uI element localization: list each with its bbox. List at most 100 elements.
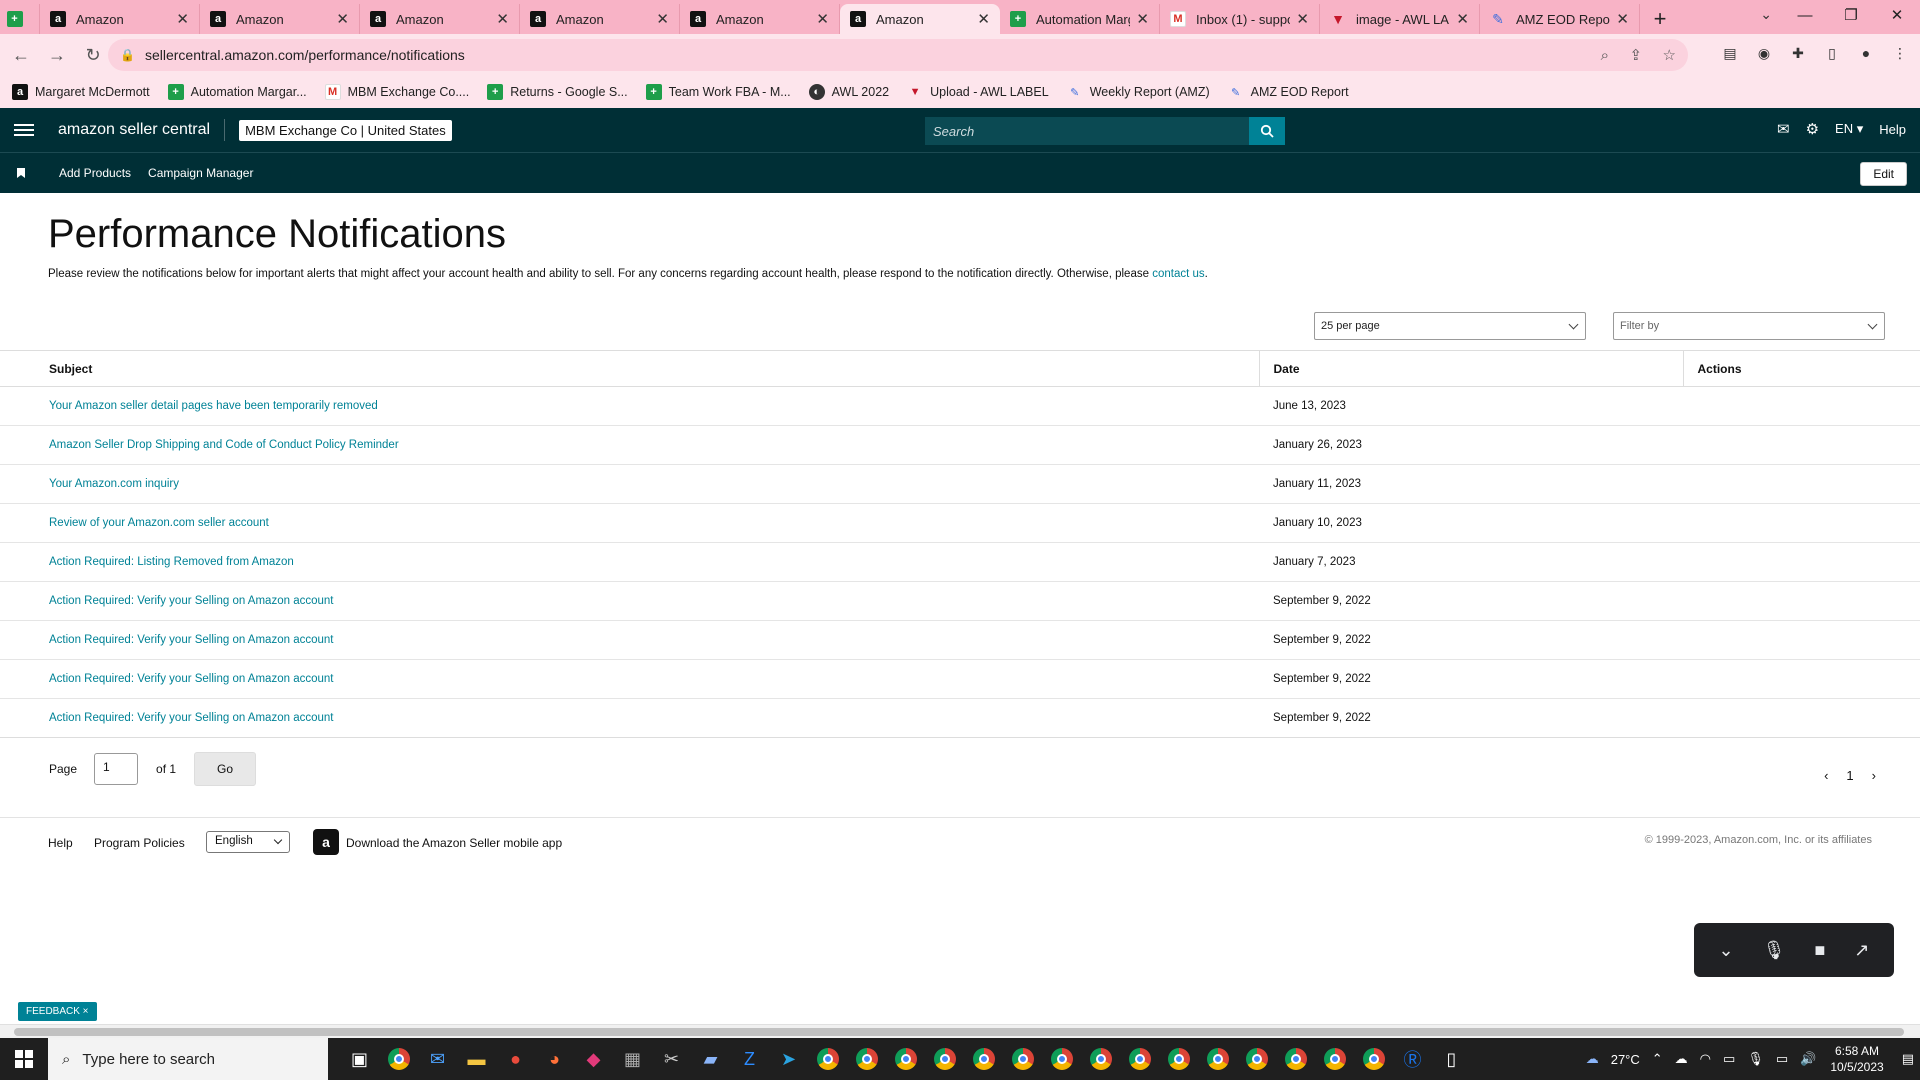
chrome-icon[interactable] (886, 1038, 925, 1080)
close-icon[interactable]: ✕ (176, 10, 189, 28)
restore-icon[interactable]: ❐ (1828, 0, 1874, 30)
chrome-icon[interactable] (379, 1038, 418, 1080)
lock-icon[interactable]: 🔒 (120, 48, 135, 62)
per-page-select[interactable]: 25 per page (1314, 312, 1586, 340)
chrome-icon[interactable] (1120, 1038, 1159, 1080)
profile-avatar[interactable]: ● (1856, 42, 1876, 64)
calculator-icon[interactable]: ▦ (613, 1038, 652, 1080)
microphone-icon[interactable]: 🎙 (1747, 1051, 1764, 1067)
chrome-icon[interactable] (925, 1038, 964, 1080)
bookmark-item[interactable]: + Returns - Google S... (487, 84, 628, 100)
chevron-left-icon[interactable]: ‹ (1824, 768, 1828, 783)
extension-orb-icon[interactable]: ◉ (1754, 42, 1774, 64)
close-icon[interactable]: ✕ (816, 10, 829, 28)
mail-app-icon[interactable]: ✉ (418, 1038, 457, 1080)
bookmark-item[interactable]: ◐ AWL 2022 (808, 84, 889, 100)
download-app-link[interactable]: Download the Amazon Seller mobile app (346, 836, 562, 850)
reload-icon[interactable]: ↻ (78, 40, 108, 70)
back-arrow-icon[interactable]: ← (6, 40, 36, 70)
search-button[interactable] (1249, 117, 1285, 145)
footer-program-policies-link[interactable]: Program Policies (94, 836, 185, 850)
column-header-date[interactable]: Date (1258, 350, 1683, 387)
column-header-subject[interactable]: Subject (0, 350, 1259, 387)
edit-button[interactable]: Edit (1860, 162, 1907, 186)
notification-subject-link[interactable]: Action Required: Listing Removed from Am… (49, 556, 294, 568)
camera-icon[interactable]: ■ (1814, 940, 1825, 961)
document-icon[interactable]: ▯ (1432, 1038, 1471, 1080)
notification-subject-link[interactable]: Your Amazon seller detail pages have bee… (49, 400, 378, 412)
hamburger-menu-icon[interactable] (14, 124, 34, 136)
chevron-down-icon[interactable]: ⌄ (1719, 940, 1734, 961)
browser-tab[interactable]: a Amazon ✕ (680, 4, 840, 34)
contact-us-link[interactable]: contact us (1152, 268, 1204, 280)
close-icon[interactable]: ✕ (1456, 10, 1469, 28)
seller-central-logo[interactable]: amazon seller central (58, 121, 210, 139)
file-explorer-icon[interactable]: ▬ (457, 1038, 496, 1080)
chrome-icon[interactable] (1198, 1038, 1237, 1080)
temperature[interactable]: 27°C (1611, 1052, 1640, 1067)
wifi-icon[interactable]: ◠ (1700, 1051, 1711, 1067)
r-app-icon[interactable]: Ⓡ (1393, 1038, 1432, 1080)
wps-icon[interactable]: ◆ (574, 1038, 613, 1080)
mic-muted-icon[interactable]: 🎙 (1763, 940, 1786, 961)
close-icon[interactable]: ✕ (1296, 10, 1309, 28)
search-input[interactable]: Search (925, 117, 1249, 145)
chevron-right-icon[interactable]: › (1872, 768, 1876, 783)
notification-subject-link[interactable]: Amazon Seller Drop Shipping and Code of … (49, 439, 399, 451)
bookmark-item[interactable]: ✎ AMZ EOD Report (1228, 84, 1349, 100)
feedback-button[interactable]: FEEDBACK × (18, 1002, 97, 1021)
notification-subject-link[interactable]: Action Required: Verify your Selling on … (49, 712, 333, 724)
bookmark-item[interactable]: ▼ Upload - AWL LABEL (907, 84, 1049, 100)
chrome-icon[interactable] (1315, 1038, 1354, 1080)
chrome-icon[interactable] (847, 1038, 886, 1080)
star-icon[interactable]: ☆ (1663, 47, 1676, 64)
browser-tab[interactable]: + Automation Marg ✕ (1000, 4, 1160, 34)
page-number-input[interactable]: 1 (94, 753, 139, 785)
chrome-icon[interactable] (1081, 1038, 1120, 1080)
browser-tab[interactable]: ▼ image - AWL LAB ✕ (1320, 4, 1480, 34)
meet-icon[interactable]: ▭ (1723, 1051, 1735, 1067)
bookmark-icon[interactable] (17, 168, 25, 178)
telegram-icon[interactable]: ➤ (769, 1038, 808, 1080)
chrome-icon[interactable] (964, 1038, 1003, 1080)
mail-icon[interactable]: ✉ (1777, 120, 1790, 138)
battery-icon[interactable]: ▭ (1776, 1051, 1788, 1067)
side-panel-icon[interactable]: ▯ (1822, 42, 1842, 64)
close-icon[interactable]: ✕ (496, 10, 509, 28)
go-button[interactable]: Go (194, 752, 257, 786)
chrome-icon[interactable] (1003, 1038, 1042, 1080)
task-view-icon[interactable]: ▣ (340, 1038, 379, 1080)
bookmark-item[interactable]: a Margaret McDermott (12, 84, 150, 100)
notifications-icon[interactable]: ▤ (1902, 1051, 1914, 1067)
bookmark-item[interactable]: + Team Work FBA - M... (645, 84, 791, 100)
extension-off-icon[interactable]: ▤ (1720, 42, 1740, 64)
account-switcher[interactable]: MBM Exchange Co | United States (239, 119, 452, 141)
close-icon[interactable]: ✕ (1616, 10, 1629, 28)
chrome-icon[interactable] (1159, 1038, 1198, 1080)
close-icon[interactable]: ✕ (977, 10, 990, 28)
chrome-icon[interactable] (1276, 1038, 1315, 1080)
chrome-icon[interactable] (808, 1038, 847, 1080)
puzzle-icon[interactable]: ✚ (1788, 42, 1808, 64)
close-icon[interactable]: ✕ (656, 10, 669, 28)
chrome-icon[interactable] (1354, 1038, 1393, 1080)
browser-tab[interactable]: a Amazon ✕ (520, 4, 680, 34)
more-menu-icon[interactable]: ⋮ (1890, 42, 1910, 64)
url-text[interactable]: sellercentral.amazon.com/performance/not… (145, 47, 1585, 63)
color-app-icon[interactable]: ● (496, 1038, 535, 1080)
footer-help-link[interactable]: Help (48, 836, 73, 850)
bookmark-item[interactable]: M MBM Exchange Co.... (324, 84, 469, 100)
zoom-icon[interactable]: ⌕ (1601, 47, 1609, 64)
footer-language-select[interactable]: English (206, 831, 290, 853)
amazon-seller-app-icon[interactable]: a (313, 829, 339, 855)
page-link-current[interactable]: 1 (1846, 768, 1853, 783)
share-icon[interactable]: ⇪ (1630, 47, 1643, 64)
notification-subject-link[interactable]: Action Required: Verify your Selling on … (49, 673, 333, 685)
language-switcher[interactable]: EN ▾ (1835, 121, 1863, 137)
windows-start-icon[interactable] (0, 1038, 48, 1080)
chevron-up-icon[interactable]: ⌃ (1652, 1051, 1663, 1067)
filter-select[interactable]: Filter by (1613, 312, 1885, 340)
weather-icon[interactable]: ☁ (1586, 1051, 1599, 1067)
taskbar-search[interactable]: ⌕ Type here to search (48, 1038, 328, 1080)
nav-campaign-manager[interactable]: Campaign Manager (148, 166, 253, 180)
